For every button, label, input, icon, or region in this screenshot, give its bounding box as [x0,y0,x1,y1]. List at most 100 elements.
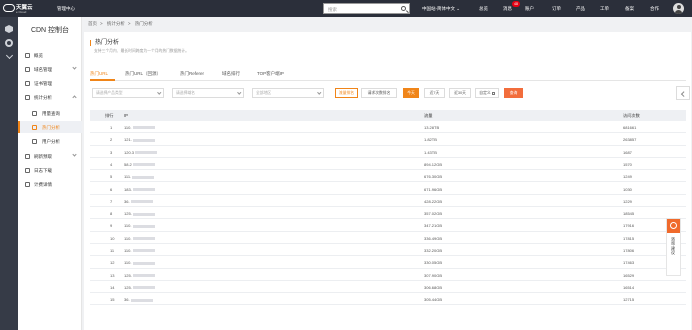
nav-account[interactable]: 账户 [525,6,534,12]
table-row: 3 120.3 1.43TB 1687 [90,146,686,158]
cell-traffic: 306.68GB [424,285,442,290]
sidebar-item-certificate-management[interactable]: 证书管理 [18,77,82,89]
nav-messages[interactable]: 消息 [503,6,512,12]
cell-rank-text: 7 [110,198,113,204]
region-select[interactable]: 全部地区 [252,88,324,98]
collapse-filter-button[interactable] [676,86,690,100]
sidebar-item-user-analysis[interactable]: 用户分析 [18,135,82,147]
traffic-rank-button[interactable]: 流量排名 [335,88,358,98]
cell-ip-text: 125. [124,211,132,217]
cell-ip-text: 110. [124,248,132,253]
region-value: 全部地区 [256,91,272,95]
cell-traffic: 894.12GB [424,162,442,167]
last-7-days-button[interactable]: 近7天 [424,88,445,98]
today-button[interactable]: 今天 [403,88,419,98]
cell-visits-text: 17916 [623,223,635,229]
query-button[interactable]: 查询 [504,88,523,98]
cell-visits-text: 12715 [623,297,635,303]
sidebar-item-label: 计费详情 [34,181,52,187]
tab-bar: 热门URL 热门URL（回源） 热门Referer 域名排行 TOP客户端IP [90,68,686,81]
cell-traffic-text: 894.12GB [424,161,443,167]
custom-range-button[interactable]: 自定义 [475,88,499,98]
breadcrumb-statistics[interactable]: 统计分析 [107,21,125,26]
sidebar-item-usage-query[interactable]: 用量查询 [18,107,82,119]
cell-visits: 17815 [623,236,634,241]
certificate-icon [25,80,30,86]
redacted-ip-mask [132,261,155,265]
cell-visits-text: 1030 [623,186,632,192]
redacted-ip-mask [130,200,153,204]
logo[interactable]: 天翼云 e Cloud [3,2,33,15]
cell-traffic: 1.43TB [424,150,437,155]
sidebar-item-log-download[interactable]: 日志下载 [18,164,82,176]
chevron-down-icon[interactable] [5,53,13,61]
console-title: CDN 控制台 [30,27,70,34]
settings-gear-icon[interactable] [5,39,13,47]
cell-traffic: 671.96GB [424,187,442,192]
cell-ip-text: 125. [124,284,132,290]
chevron-up-icon [72,94,77,100]
redacted-ip-mask [132,212,155,216]
cell-rank-text: 8 [110,211,113,217]
tab-hot-referer[interactable]: 热门Referer [180,71,204,77]
cell-ip-text: 110. [124,260,132,266]
redacted-ip-mask [132,249,155,253]
user-avatar[interactable] [673,3,684,14]
tab-hot-url-origin[interactable]: 热门URL（回源） [125,71,161,77]
statistics-icon [25,94,30,100]
search-input[interactable]: 搜索 [323,3,410,14]
breadcrumb-home[interactable]: 首页 [88,21,97,26]
nav-overview[interactable]: 总览 [479,6,488,12]
cell-ip: 110. [124,125,155,130]
redacted-ip-mask [132,187,155,191]
chevron-down-icon [236,90,241,95]
cell-visits-text: 16529 [623,272,635,278]
region-label: 中国站-简体中文 [422,6,455,11]
sidebar-item-overview[interactable]: 概览 [18,49,82,61]
sidebar-item-refresh-prefetch[interactable]: 刷新预取 [18,150,82,162]
log-icon [25,167,30,173]
product-type-select[interactable]: 请选择产品类型 [92,88,164,98]
column-header-traffic: 流量 [424,113,433,118]
nav-partner[interactable]: 合作 [650,6,659,12]
sidebar: CDN 控制台 概览 域名管理 证书管理 统计分析 用量查询 热门分析 用户分析… [18,17,82,330]
cell-traffic-text: 305.44GB [424,297,443,303]
nav-tickets[interactable]: 工单 [600,6,609,12]
icon-rail [0,17,18,330]
product-cube-icon[interactable] [5,25,13,33]
sidebar-item-billing-details[interactable]: 计费详情 [18,178,82,190]
tab-top-client-ip[interactable]: TOP客户端IP [257,71,284,77]
cell-ip-text: 111. [124,174,132,180]
sidebar-item-hot-analysis[interactable]: 热门分析 [18,121,82,133]
cell-visits-text: 1249 [623,174,632,180]
tab-domain-ranking[interactable]: 域名排行 [222,71,240,77]
cell-traffic-text: 671.96GB [424,186,443,192]
nav-filing[interactable]: 备案 [625,6,634,12]
cell-visits: 1687 [623,150,632,155]
search-icon[interactable] [401,6,406,11]
sidebar-item-statistics[interactable]: 统计分析 [18,91,82,103]
cell-ip: 110. [124,248,155,253]
cell-rank-text: 12 [110,260,115,266]
cell-rank-text: 1 [110,125,113,130]
cell-traffic-text: 336.49GB [424,235,443,241]
main-panel: 热门分析 支持三个月内、最长时间跨度为一个月的热门数据统计。 热门URL 热门U… [84,32,691,330]
domain-select[interactable]: 请选择域名 [172,88,244,98]
sidebar-item-domain-management[interactable]: 域名管理 [18,63,82,75]
tab-hot-url[interactable]: 热门URL [90,71,108,77]
nav-products[interactable]: 产品 [576,6,585,12]
cell-visits-text: 1570 [623,161,632,167]
cell-traffic: 332.20GB [424,248,442,253]
nav-orders[interactable]: 订单 [552,6,561,12]
request-rank-button[interactable]: 请求次数排名 [361,88,397,98]
cell-ip-text: 125. [124,272,132,278]
page-description: 支持三个月内、最长时间跨度为一个月的热门数据统计。 [94,49,189,53]
last-30-days-button[interactable]: 近30天 [449,88,471,98]
region-selector[interactable]: 中国站-简体中文 ⌄ [422,6,460,12]
feedback-widget[interactable]: 咨询·建议 [666,218,681,276]
cell-traffic-text: 1.43TB [424,149,437,155]
cell-traffic-text: 347.21GB [424,223,443,229]
cell-ip: 125. [124,285,155,290]
table-row: 15 36. 305.44GB 12715 [90,293,686,306]
management-center-link[interactable]: 管理中心 [57,6,75,12]
